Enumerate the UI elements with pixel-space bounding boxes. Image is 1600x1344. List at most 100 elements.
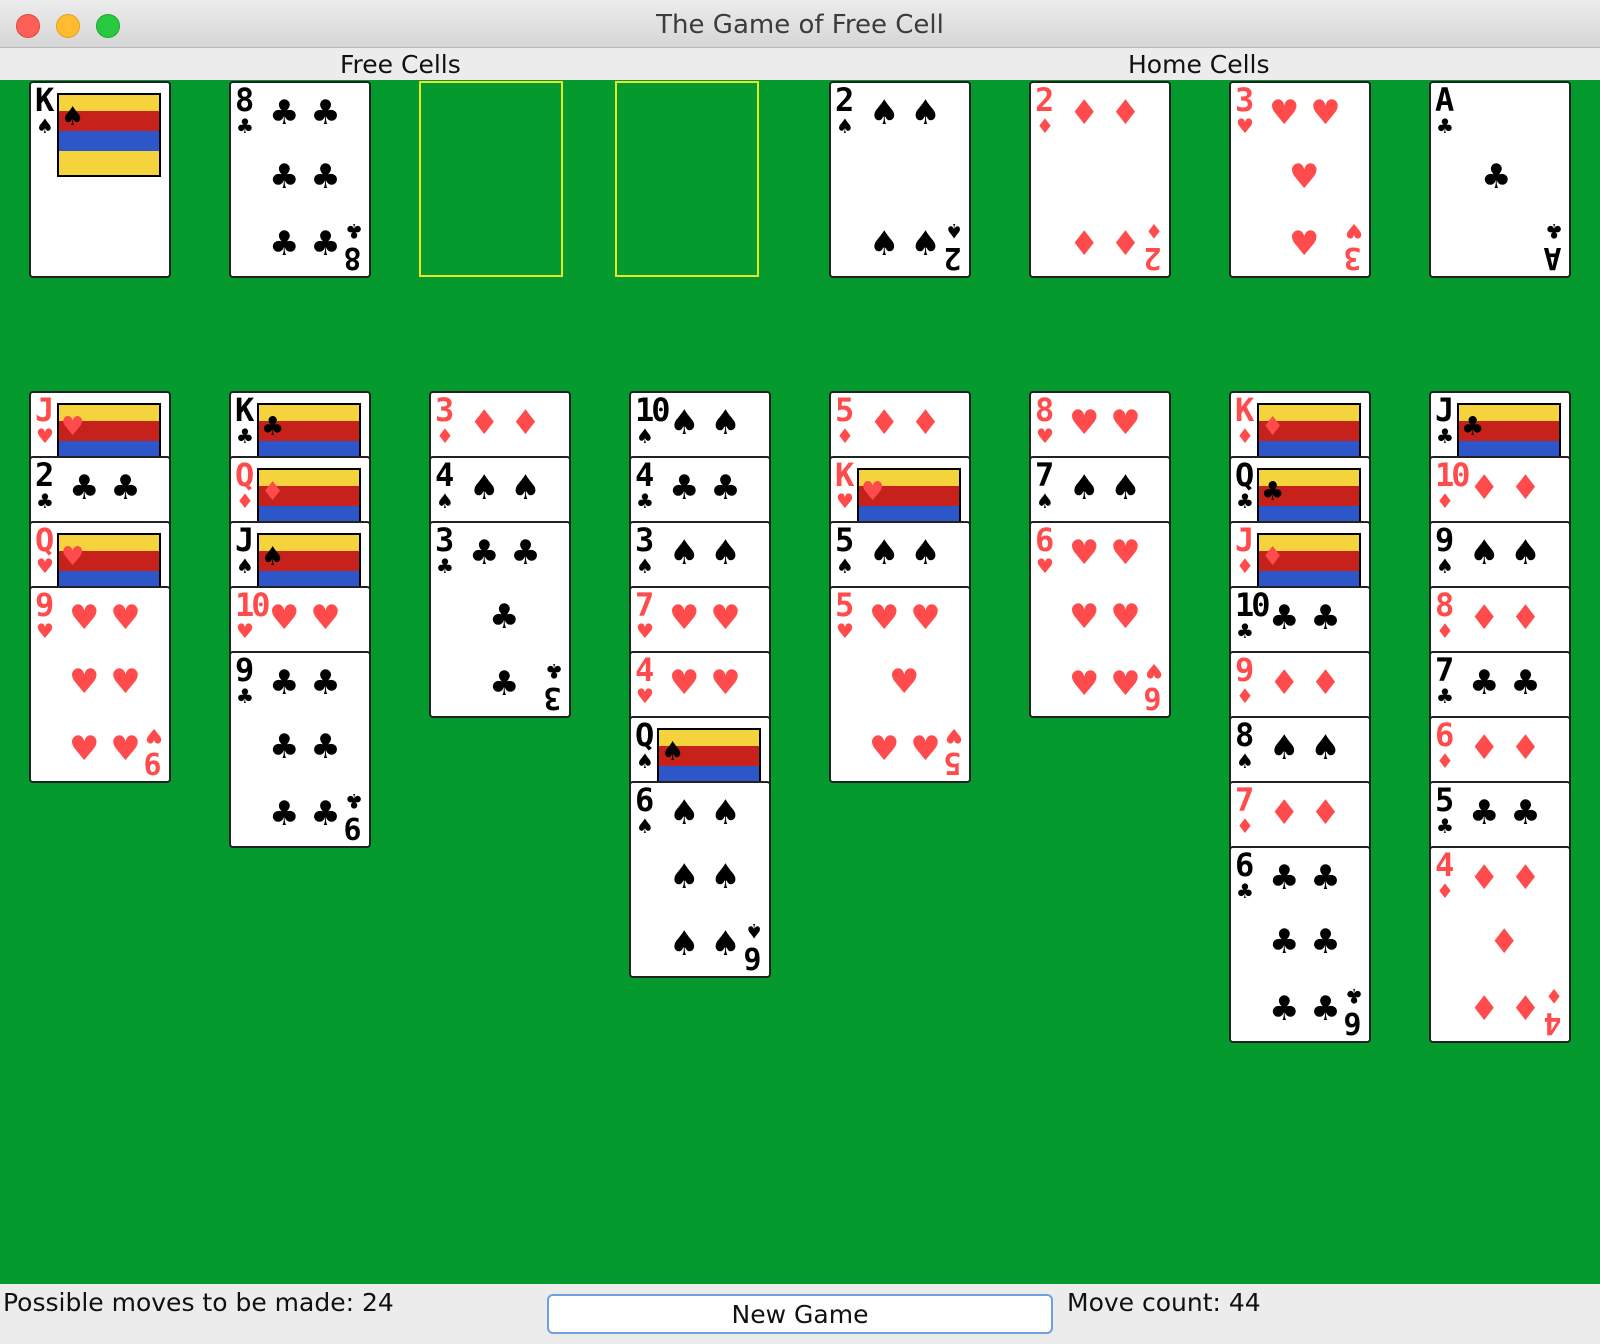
card-rank: 2	[1146, 240, 1162, 275]
possible-moves-text: Possible moves to be made: 24	[3, 1288, 394, 1317]
cell-headers: Free Cells Home Cells	[0, 48, 1600, 80]
card-rank: 6	[1235, 846, 1254, 884]
card-rank: K	[1235, 391, 1254, 429]
tableau-col-6-6-of-hearts[interactable]: 6 ♥ ♥ ♥ ♥ ♥ ♥ ♥ 6 ♥	[1029, 521, 1171, 718]
card-corner-inverted: 6 ♠	[745, 919, 763, 975]
diamond-icon: ♦	[836, 424, 854, 448]
club-pips: ♣	[489, 597, 520, 637]
club-icon: ♣	[1545, 219, 1563, 243]
card-corner-inverted: 8 ♣	[345, 219, 363, 275]
diamond-icon: ♦	[1236, 684, 1254, 708]
diamond-pips: ♦ ♦	[1069, 224, 1141, 264]
tableau-col-4-6-of-spades[interactable]: 6 ♠ ♠ ♠ ♠ ♠ ♠ ♠ 6 ♠	[629, 781, 771, 978]
card-rank: 5	[835, 586, 854, 624]
card-rank: 3	[1235, 81, 1254, 119]
club-pips: ♣ ♣	[269, 794, 341, 834]
home-cell-4-ace-of-clubs[interactable]: A ♣ ♣ A ♣	[1429, 81, 1571, 278]
free-cell-1-king-of-spades[interactable]: K ♠ ♠	[29, 81, 171, 278]
spade-icon: ♠	[261, 542, 285, 572]
spade-icon: ♠	[836, 114, 854, 138]
spade-icon: ♠	[636, 424, 654, 448]
diamond-pips: ♦ ♦	[1469, 728, 1541, 768]
card-rank: 6	[1346, 1005, 1362, 1040]
heart-icon: ♥	[636, 619, 654, 643]
club-icon: ♣	[261, 412, 285, 442]
home-cells-label: Home Cells	[1128, 50, 1270, 79]
spade-icon: ♠	[661, 737, 685, 767]
heart-pips: ♥ ♥	[69, 729, 141, 769]
card-rank: 9	[35, 586, 54, 624]
diamond-icon: ♦	[1145, 219, 1163, 243]
spade-icon: ♠	[1236, 749, 1254, 773]
heart-icon: ♥	[1036, 424, 1054, 448]
diamond-pips: ♦ ♦	[1069, 93, 1141, 133]
card-corner-inverted: 3 ♣	[545, 659, 563, 715]
tableau-col-3-3-of-clubs[interactable]: 3 ♣ ♣ ♣ ♣ ♣ 3 ♣	[429, 521, 571, 718]
game-table: K ♠ ♠ 8 ♣ ♣ ♣ ♣ ♣ ♣ ♣ 8 ♣ 2 ♠ ♠ ♠ ♠ ♠ 2 ♠ 2 ♦ ♦ ♦ ♦ ♦ 2 ♦ 3 ♥ ♥ …	[0, 80, 1600, 1284]
home-cell-3-3-of-hearts[interactable]: 3 ♥ ♥ ♥ ♥ ♥ 3 ♥	[1229, 81, 1371, 278]
club-pips: ♣ ♣	[269, 663, 341, 703]
free-cell-3-empty-slot[interactable]	[419, 81, 563, 277]
card-rank: K	[35, 81, 54, 119]
card-rank: 9	[1235, 651, 1254, 689]
heart-icon: ♥	[836, 619, 854, 643]
card-rank: Q	[635, 716, 654, 754]
card-rank: 4	[435, 456, 454, 494]
club-icon: ♣	[345, 789, 363, 813]
club-pips: ♣ ♣	[1469, 793, 1541, 833]
heart-icon: ♥	[1145, 659, 1163, 683]
spade-icon: ♠	[1436, 554, 1454, 578]
club-icon: ♣	[236, 424, 254, 448]
card-rank: 6	[1035, 521, 1054, 559]
card-rank: 8	[235, 81, 254, 119]
club-icon: ♣	[236, 114, 254, 138]
card-corner-inverted: 2 ♠	[945, 219, 963, 275]
card-rank: 2	[835, 81, 854, 119]
free-cells-label: Free Cells	[340, 50, 461, 79]
club-icon: ♣	[1261, 477, 1285, 507]
card-rank: 4	[1435, 846, 1454, 884]
window-title: The Game of Free Cell	[656, 10, 944, 40]
card-rank: 9	[235, 651, 254, 689]
heart-icon: ♥	[861, 477, 885, 507]
club-icon: ♣	[1481, 157, 1512, 197]
club-icon: ♣	[1236, 879, 1254, 903]
club-pips: ♣ ♣	[1269, 598, 1341, 638]
card-rank: 5	[835, 521, 854, 559]
tableau-col-1-9-of-hearts[interactable]: 9 ♥ ♥ ♥ ♥ ♥ ♥ ♥ 9 ♥	[29, 586, 171, 783]
home-cell-2-2-of-diamonds[interactable]: 2 ♦ ♦ ♦ ♦ ♦ 2 ♦	[1029, 81, 1171, 278]
heart-icon: ♥	[61, 412, 85, 442]
free-cell-2-8-of-clubs[interactable]: 8 ♣ ♣ ♣ ♣ ♣ ♣ ♣ 8 ♣	[229, 81, 371, 278]
club-icon: ♣	[36, 489, 54, 513]
home-cell-1-2-of-spades[interactable]: 2 ♠ ♠ ♠ ♠ ♠ 2 ♠	[829, 81, 971, 278]
diamond-pips: ♦ ♦	[469, 403, 541, 443]
tableau-col-8-4-of-diamonds[interactable]: 4 ♦ ♦ ♦ ♦ ♦ ♦ 4 ♦	[1429, 846, 1571, 1043]
spade-icon: ♠	[636, 814, 654, 838]
club-icon: ♣	[1345, 984, 1363, 1008]
new-game-button[interactable]: New Game	[547, 1294, 1053, 1334]
diamond-icon: ♦	[1436, 879, 1454, 903]
heart-pips: ♥ ♥	[1069, 533, 1141, 573]
card-rank: 8	[1235, 716, 1254, 754]
free-cell-4-empty-slot[interactable]	[615, 81, 759, 277]
card-rank: Q	[35, 521, 54, 559]
heart-icon: ♥	[36, 619, 54, 643]
diamond-icon: ♦	[1436, 619, 1454, 643]
card-rank: K	[235, 391, 254, 429]
diamond-icon: ♦	[1545, 984, 1563, 1008]
tableau-col-5-5-of-hearts[interactable]: 5 ♥ ♥ ♥ ♥ ♥ ♥ 5 ♥	[829, 586, 971, 783]
club-icon: ♣	[1436, 424, 1454, 448]
club-icon: ♣	[1236, 619, 1254, 643]
heart-icon: ♥	[945, 724, 963, 748]
diamond-icon: ♦	[1261, 542, 1285, 572]
spade-icon: ♠	[436, 489, 454, 513]
spade-pips: ♠ ♠	[669, 793, 741, 833]
diamond-pips: ♦ ♦	[869, 403, 941, 443]
tableau-col-2-9-of-clubs[interactable]: 9 ♣ ♣ ♣ ♣ ♣ ♣ ♣ 9 ♣	[229, 651, 371, 848]
diamond-pips: ♦ ♦	[1269, 793, 1341, 833]
diamond-pips: ♦ ♦	[1469, 858, 1541, 898]
spade-pips: ♠ ♠	[1469, 533, 1541, 573]
tableau-col-7-6-of-clubs[interactable]: 6 ♣ ♣ ♣ ♣ ♣ ♣ ♣ 6 ♣	[1229, 846, 1371, 1043]
club-pips: ♣ ♣	[669, 468, 741, 508]
card-rank: 4	[635, 651, 654, 689]
